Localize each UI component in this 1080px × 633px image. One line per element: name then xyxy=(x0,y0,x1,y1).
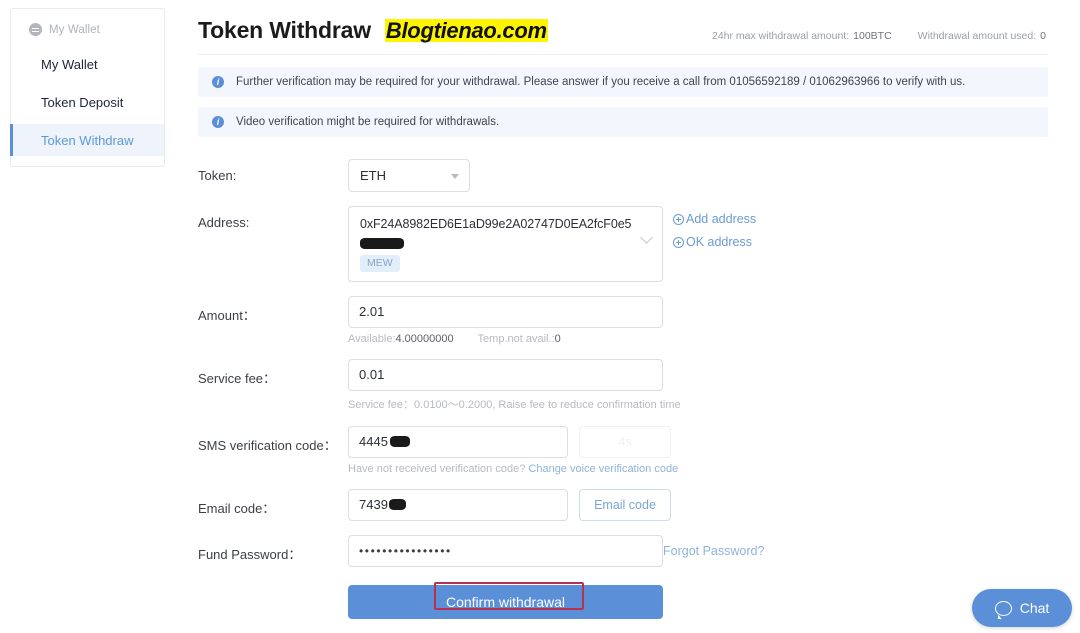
withdraw-page: My Wallet My Wallet Token Deposit Token … xyxy=(0,0,1080,633)
form-row-token: Token: ETH xyxy=(198,159,1048,192)
add-address-link[interactable]: Add address xyxy=(673,212,756,226)
address-value: 0xF24A8982ED6E1aD99e2A02747D0EA2fcF0e5 xyxy=(360,217,632,231)
sms-code-helper: Have not received verification code? Cha… xyxy=(348,463,678,475)
address-redacted-region xyxy=(360,235,632,249)
info-icon: i xyxy=(212,116,224,128)
chat-bubble-icon xyxy=(994,600,1012,616)
fund-password-label: Fund Password： xyxy=(198,546,302,562)
fund-password-input[interactable] xyxy=(348,534,663,567)
amount-label: Amount： xyxy=(198,307,256,323)
change-voice-verification-link[interactable]: Change voice verification code xyxy=(528,463,678,475)
address-actions: Add address OK address xyxy=(673,206,756,258)
page-header: Token Withdraw Blogtienao.com 24hr max w… xyxy=(198,0,1048,55)
ok-address-label: OK address xyxy=(686,235,753,249)
watermark: Blogtienao.com xyxy=(384,18,548,43)
confirm-withdrawal-button[interactable]: Confirm withdrawal xyxy=(348,581,663,619)
info-icon: i xyxy=(212,76,224,88)
available-value: 4.00000000 xyxy=(395,332,454,345)
sidebar-item-label: Token Deposit xyxy=(41,94,124,110)
address-label: Address: xyxy=(198,215,250,230)
redaction-mark xyxy=(389,498,406,510)
sidebar-item-label: My Wallet xyxy=(41,56,98,72)
service-fee-input[interactable] xyxy=(348,358,663,391)
plus-circle-icon xyxy=(673,213,684,225)
form-row-email-code: Email code： Email code xyxy=(198,488,1048,521)
alert-text: Further verification may be required for… xyxy=(236,76,966,88)
withdraw-form: Token: ETH Address: 0xF24A8982ED6E1aD99e… xyxy=(198,159,1048,619)
amount-input[interactable] xyxy=(348,295,663,328)
sidebar-header: My Wallet xyxy=(11,17,164,42)
submit-row: Confirm withdrawal xyxy=(198,581,1048,619)
alert-text: Video verification might be required for… xyxy=(236,116,500,128)
sidebar: My Wallet My Wallet Token Deposit Token … xyxy=(10,8,165,167)
form-row-address: Address: 0xF24A8982ED6E1aD99e2A02747D0EA… xyxy=(198,206,1048,282)
chat-label: Chat xyxy=(1019,600,1050,616)
header-stats: 24hr max withdrawal amount: 100BTC Withdr… xyxy=(712,30,1046,42)
redaction-mark xyxy=(390,435,410,447)
wallet-menu-icon xyxy=(29,23,42,36)
sidebar-item-token-deposit[interactable]: Token Deposit xyxy=(11,86,164,118)
stat-value: 0 xyxy=(1040,30,1046,42)
available-label: Available: xyxy=(348,332,396,345)
chevron-down-icon xyxy=(640,231,653,244)
service-fee-helper: Service fee：0.0100～0.2000, Raise fee to … xyxy=(348,398,681,411)
sms-countdown-button: 4s xyxy=(579,425,671,458)
email-code-input[interactable] xyxy=(348,488,568,521)
sidebar-item-token-withdraw[interactable]: Token Withdraw xyxy=(10,124,164,156)
sidebar-item-label: Token Withdraw xyxy=(41,132,134,148)
temp-label: Temp.not avail.: xyxy=(477,332,555,345)
sidebar-header-label: My Wallet xyxy=(49,23,100,36)
email-code-label: Email code： xyxy=(198,500,276,516)
address-tag: MEW xyxy=(360,254,400,272)
plus-circle-icon xyxy=(673,236,684,248)
form-row-amount: Amount： Available:4.00000000 Temp.not av… xyxy=(198,295,1048,345)
redaction-mark xyxy=(360,237,404,249)
stat-value: 100BTC xyxy=(853,30,892,42)
forgot-password-link[interactable]: Forgot Password? xyxy=(663,535,764,558)
form-row-service-fee: Service fee： Service fee：0.0100～0.2000, … xyxy=(198,358,1048,412)
main-content: Token Withdraw Blogtienao.com 24hr max w… xyxy=(198,0,1048,619)
email-code-button[interactable]: Email code xyxy=(579,488,671,521)
token-selected-value: ETH xyxy=(360,168,386,183)
page-title: Token Withdraw xyxy=(198,17,371,43)
stat-label: Withdrawal amount used: xyxy=(917,30,1037,42)
service-fee-label: Service fee： xyxy=(198,370,277,386)
token-select[interactable]: ETH xyxy=(348,159,470,192)
stat-max-withdrawal: 24hr max withdrawal amount: 100BTC xyxy=(712,30,892,42)
alert-banner-video: i Video verification might be required f… xyxy=(198,107,1048,137)
confirm-withdrawal-label: Confirm withdrawal xyxy=(445,593,566,610)
sidebar-item-my-wallet[interactable]: My Wallet xyxy=(11,48,164,80)
address-select[interactable]: 0xF24A8982ED6E1aD99e2A02747D0EA2fcF0e5 M… xyxy=(348,206,663,282)
form-row-sms-code: SMS verification code： 4s Have not recei… xyxy=(198,425,1048,475)
stat-amount-used: Withdrawal amount used: 0 xyxy=(918,30,1046,42)
stat-label: 24hr max withdrawal amount: xyxy=(711,30,850,42)
sms-helper-text: Have not received verification code? xyxy=(348,462,526,475)
amount-helper: Available:4.00000000 Temp.not avail.:0 xyxy=(348,333,663,345)
temp-value: 0 xyxy=(554,332,561,345)
chevron-down-icon xyxy=(451,173,459,179)
sms-code-label: SMS verification code： xyxy=(198,437,337,453)
ok-address-link[interactable]: OK address xyxy=(673,235,756,249)
form-row-fund-password: Fund Password： Forgot Password? xyxy=(198,534,1048,567)
alert-list: i Further verification may be required f… xyxy=(198,67,1048,137)
sms-code-input[interactable] xyxy=(348,425,568,458)
alert-banner-verification: i Further verification may be required f… xyxy=(198,67,1048,97)
add-address-label: Add address xyxy=(686,212,757,226)
token-label: Token: xyxy=(198,168,237,183)
chat-widget-button[interactable]: Chat xyxy=(972,589,1072,627)
